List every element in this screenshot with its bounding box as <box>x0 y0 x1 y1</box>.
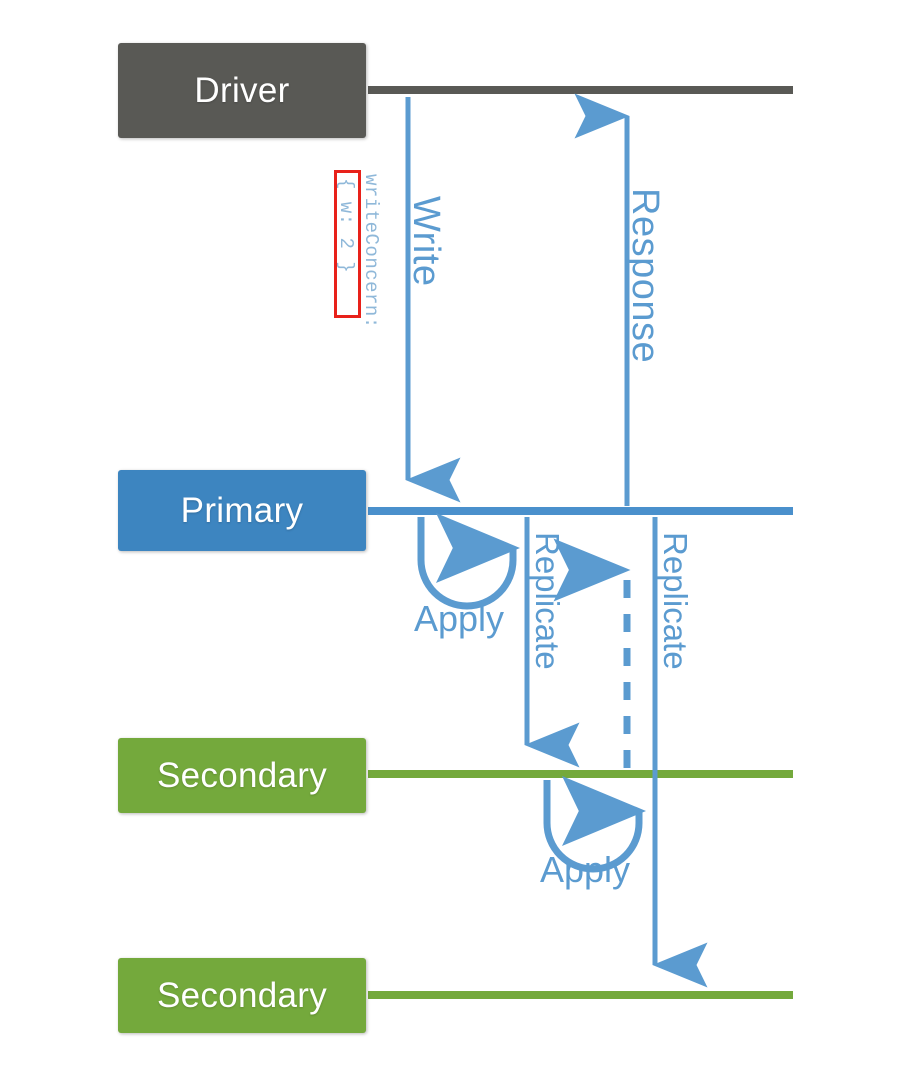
actor-box-primary[interactable]: Primary <box>118 470 366 551</box>
write-concern-prefix-label: writeConcern: <box>360 174 382 329</box>
message-label-write: Write <box>405 196 447 287</box>
actor-label-driver: Driver <box>194 70 290 110</box>
diagram-canvas: Driver Primary Secondary Secondary Write… <box>0 0 910 1068</box>
actor-box-secondary-2[interactable]: Secondary <box>118 958 366 1033</box>
message-label-replicate-2: Replicate <box>657 532 694 670</box>
arc-apply-primary <box>417 513 520 610</box>
message-label-response: Response <box>624 188 666 364</box>
actor-label-secondary-2: Secondary <box>156 975 328 1015</box>
actor-box-secondary-1[interactable]: Secondary <box>118 738 366 813</box>
message-label-apply-secondary: Apply <box>540 849 631 890</box>
message-label-replicate-1: Replicate <box>529 532 566 670</box>
write-concern-highlight-box <box>334 170 361 318</box>
actor-label-secondary-1: Secondary <box>156 755 328 795</box>
message-label-apply-primary: Apply <box>414 598 505 639</box>
actor-box-driver[interactable]: Driver <box>118 43 366 138</box>
actor-label-primary: Primary <box>180 490 304 530</box>
